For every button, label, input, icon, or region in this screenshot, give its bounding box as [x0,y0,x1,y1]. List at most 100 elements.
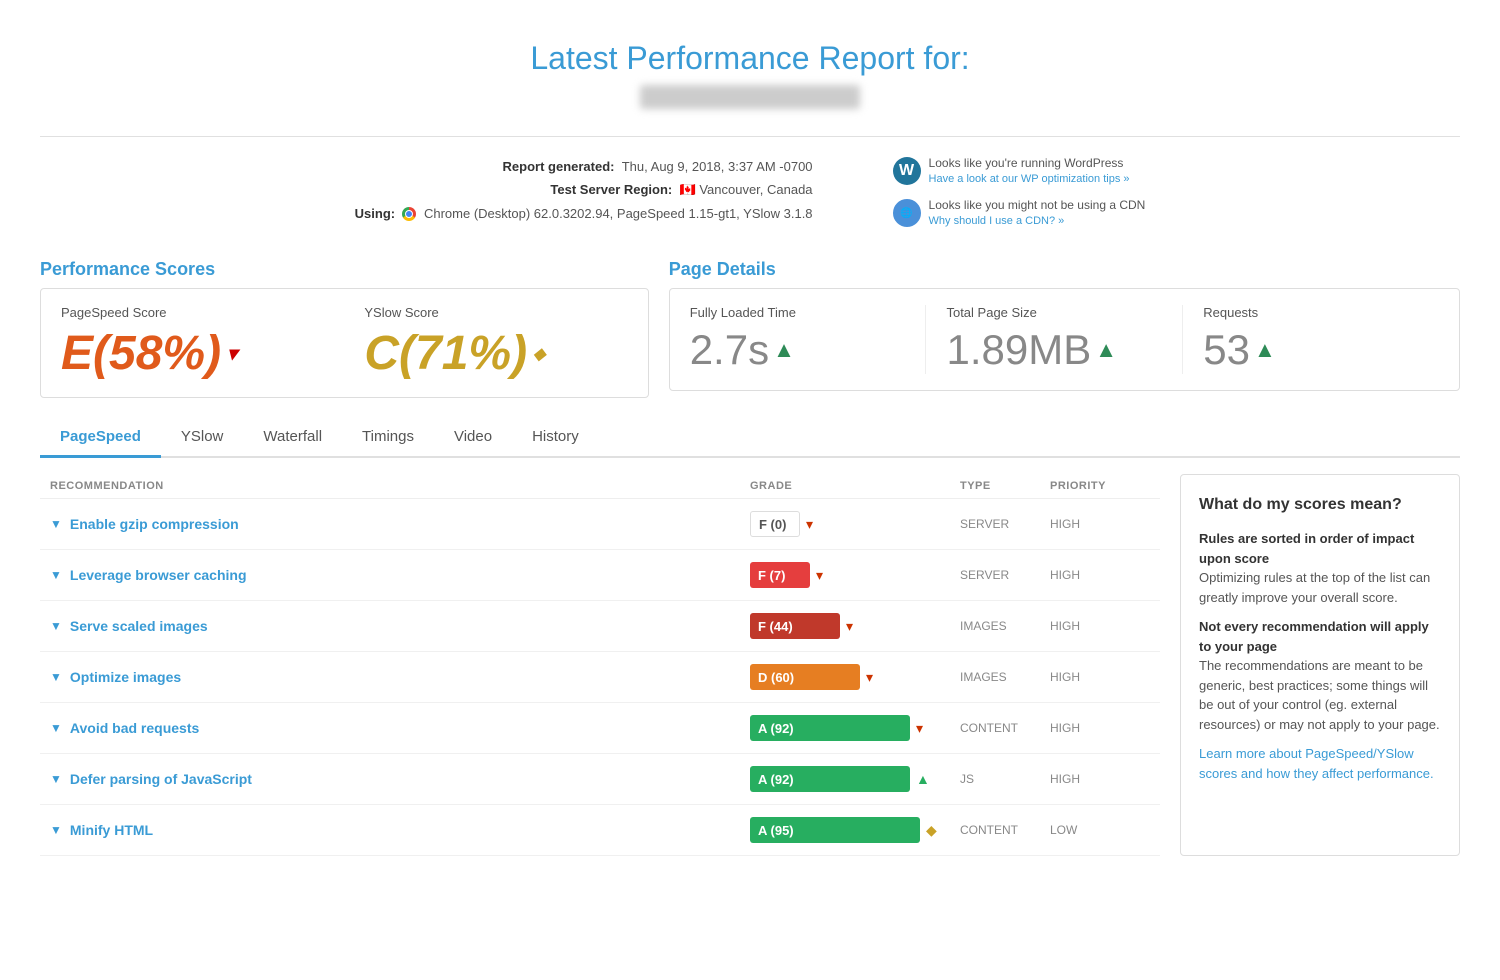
expand-icon[interactable]: ▼ [50,772,62,786]
type-cell: IMAGES [960,670,1040,684]
grade-cell: A (92) ▲ [750,766,950,792]
grade-bar: A (95) [750,817,920,843]
rec-link[interactable]: Minify HTML [70,822,153,838]
rec-cell: ▼ Avoid bad requests [50,720,740,736]
type-cell: IMAGES [960,619,1040,633]
main-content: RECOMMENDATION GRADE TYPE PRIORITY ▼ Ena… [40,474,1460,856]
wordpress-notice: W Looks like you're running WordPress Ha… [893,155,1146,187]
priority-cell: HIGH [1050,619,1150,633]
chrome-icon [402,207,416,221]
grade-bar: A (92) [750,715,910,741]
page-details-panel: Page Details Fully Loaded Time 2.7s ▲ To… [669,259,1460,398]
total-page-size-item: Total Page Size 1.89MB ▲ [926,305,1183,374]
info-box-p2: Not every recommendation will apply to y… [1199,617,1441,734]
table-row: ▼ Minify HTML A (95) ◆ CONTENT LOW [40,805,1160,856]
table-row: ▼ Optimize images D (60) ▾ IMAGES HIGH [40,652,1160,703]
table-row: ▼ Enable gzip compression F (0) ▾ SERVER… [40,499,1160,550]
tab-timings[interactable]: Timings [342,418,434,458]
using-row: Using: Chrome (Desktop) 62.0.3202.94, Pa… [355,202,813,225]
fully-loaded-value: 2.7s ▲ [690,326,906,374]
priority-cell: HIGH [1050,721,1150,735]
table-row: ▼ Defer parsing of JavaScript A (92) ▲ J… [40,754,1160,805]
flag-icon: 🇨🇦 [680,182,696,197]
tab-pagespeed[interactable]: PageSpeed [40,418,161,458]
yslow-score-value[interactable]: C(71%) ◆ [364,326,627,381]
pagespeed-arrow-icon: ▾ [227,341,237,366]
expand-icon[interactable]: ▼ [50,823,62,837]
grade-cell: A (95) ◆ [750,817,950,843]
grade-chevron-icon: ▾ [816,567,823,584]
info-box-p2-bold: Not every recommendation will apply to y… [1199,619,1429,654]
total-page-size-value: 1.89MB ▲ [946,326,1162,374]
grade-cell: D (60) ▾ [750,664,950,690]
requests-value: 53 ▲ [1203,326,1419,374]
test-server-value: Vancouver, Canada [699,182,812,197]
fully-loaded-item: Fully Loaded Time 2.7s ▲ [690,305,927,374]
col-priority: PRIORITY [1050,480,1150,492]
expand-icon[interactable]: ▼ [50,721,62,735]
grade-bar: F (7) [750,562,810,588]
grade-chevron-icon: ▾ [806,516,813,533]
table-header: RECOMMENDATION GRADE TYPE PRIORITY [40,474,1160,499]
grade-cell: A (92) ▾ [750,715,950,741]
tabs-bar: PageSpeed YSlow Waterfall Timings Video … [40,418,1460,458]
cdn-notice: 🌐 Looks like you might not be using a CD… [893,197,1146,229]
grade-cell: F (44) ▾ [750,613,950,639]
meta-right: W Looks like you're running WordPress Ha… [893,155,1146,229]
info-box-link[interactable]: Learn more about PageSpeed/YSlow scores … [1199,746,1434,781]
meta-left: Report generated: Thu, Aug 9, 2018, 3:37… [355,155,813,225]
info-box-heading: What do my scores mean? [1199,493,1441,517]
using-value: Chrome (Desktop) 62.0.3202.94, PageSpeed… [424,206,813,221]
wordpress-icon: W [893,157,921,185]
rec-link[interactable]: Enable gzip compression [70,516,239,532]
expand-icon[interactable]: ▼ [50,568,62,582]
col-grade: GRADE [750,480,950,492]
wordpress-link[interactable]: Have a look at our WP optimization tips … [929,172,1130,187]
expand-icon[interactable]: ▼ [50,619,62,633]
tab-yslow[interactable]: YSlow [161,418,244,458]
info-box-p2-text: The recommendations are meant to be gene… [1199,658,1440,732]
grade-bar: F (0) [750,511,800,537]
pagespeed-score-value[interactable]: E(58%) ▾ [61,326,324,381]
requests-label: Requests [1203,305,1419,320]
tab-video[interactable]: Video [434,418,512,458]
grade-bar: F (44) [750,613,840,639]
rec-link[interactable]: Optimize images [70,669,181,685]
priority-cell: HIGH [1050,517,1150,531]
table-row: ▼ Leverage browser caching F (7) ▾ SERVE… [40,550,1160,601]
grade-chevron-icon: ▾ [866,669,873,686]
grade-chevron-icon: ▾ [846,618,853,635]
priority-cell: HIGH [1050,568,1150,582]
rec-link[interactable]: Serve scaled images [70,618,208,634]
info-box-p1-bold: Rules are sorted in order of impact upon… [1199,531,1414,566]
pagespeed-score-item: PageSpeed Score E(58%) ▾ [61,305,324,381]
info-box-p1: Rules are sorted in order of impact upon… [1199,529,1441,607]
rec-link[interactable]: Leverage browser caching [70,567,247,583]
blurred-url [640,85,860,109]
tab-history[interactable]: History [512,418,599,458]
type-cell: SERVER [960,568,1040,582]
cdn-link[interactable]: Why should I use a CDN? » [929,214,1146,229]
cdn-icon: 🌐 [893,199,921,227]
yslow-score-item: YSlow Score C(71%) ◆ [364,305,627,381]
report-title: Latest Performance Report for: [40,40,1460,77]
page-details-heading: Page Details [669,259,1460,280]
grade-bar: D (60) [750,664,860,690]
expand-icon[interactable]: ▼ [50,517,62,531]
scores-info-box: What do my scores mean? Rules are sorted… [1180,474,1460,856]
test-server-row: Test Server Region: 🇨🇦 Vancouver, Canada [355,178,813,201]
yslow-arrow-icon: ◆ [533,344,545,364]
total-page-size-label: Total Page Size [946,305,1162,320]
priority-cell: LOW [1050,823,1150,837]
report-header: Latest Performance Report for: [40,20,1460,122]
performance-scores-panel: Performance Scores PageSpeed Score E(58%… [40,259,649,398]
wordpress-notice-text: Looks like you're running WordPress [929,156,1124,170]
type-cell: CONTENT [960,823,1040,837]
yslow-score-label: YSlow Score [364,305,627,320]
tab-waterfall[interactable]: Waterfall [243,418,342,458]
test-server-label: Test Server Region: [550,182,672,197]
expand-icon[interactable]: ▼ [50,670,62,684]
rec-link[interactable]: Avoid bad requests [70,720,199,736]
rec-link[interactable]: Defer parsing of JavaScript [70,771,252,787]
score-box: PageSpeed Score E(58%) ▾ YSlow Score C(7… [40,288,649,398]
